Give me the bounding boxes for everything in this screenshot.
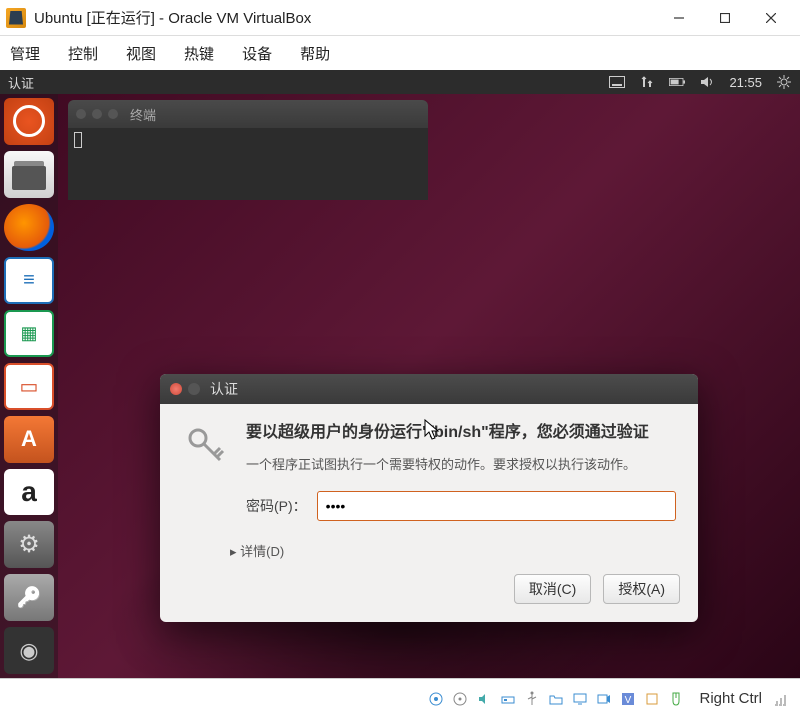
vrde-icon[interactable]: V [619, 690, 637, 708]
launcher-amazon[interactable] [4, 469, 54, 516]
optical-icon[interactable] [451, 690, 469, 708]
password-input[interactable] [317, 491, 676, 521]
dialog-min-icon[interactable] [188, 383, 200, 395]
volume-icon[interactable] [699, 75, 715, 89]
hdd-icon[interactable] [427, 690, 445, 708]
window-title: Ubuntu [正在运行] - Oracle VM VirtualBox [34, 7, 656, 28]
authorize-button[interactable]: 授权(A) [603, 574, 680, 604]
statusbar: V Right Ctrl [0, 678, 800, 718]
details-expander[interactable]: 详情(D) [160, 541, 698, 574]
clock[interactable]: 21:55 [729, 75, 762, 90]
window-titlebar: Ubuntu [正在运行] - Oracle VM VirtualBox [0, 0, 800, 36]
audio-icon[interactable] [475, 690, 493, 708]
minimize-button[interactable] [656, 3, 702, 33]
menu-help[interactable]: 帮助 [300, 43, 330, 64]
menu-view[interactable]: 视图 [126, 43, 156, 64]
menu-hotkeys[interactable]: 热键 [184, 43, 214, 64]
svg-text:V: V [625, 695, 632, 706]
signal-icon [772, 690, 790, 708]
display-icon[interactable] [571, 690, 589, 708]
launcher-settings[interactable] [4, 521, 54, 568]
launcher-impress[interactable] [4, 363, 54, 410]
menu-manage[interactable]: 管理 [10, 43, 40, 64]
launcher-auth-dialog[interactable] [4, 574, 54, 621]
network-icon[interactable] [639, 75, 655, 89]
mouse-integration-icon[interactable] [667, 690, 685, 708]
launcher-software-center[interactable] [4, 416, 54, 463]
menu-devices[interactable]: 设备 [242, 43, 272, 64]
cancel-button[interactable]: 取消(C) [514, 574, 591, 604]
dialog-close-icon[interactable] [170, 383, 182, 395]
cpu-icon[interactable] [643, 690, 661, 708]
shared-folder-icon[interactable] [547, 690, 565, 708]
terminal-window[interactable]: 终端 [68, 100, 428, 200]
close-button[interactable] [748, 3, 794, 33]
launcher [0, 94, 58, 678]
recording-icon[interactable] [595, 690, 613, 708]
password-label: 密码(P)： [246, 496, 307, 516]
topbar-app-title: 认证 [8, 73, 609, 92]
auth-dialog: 认证 要以超级用户的身份运行"/bin/sh"程序，您必须通过验证 一个程序正试… [160, 374, 698, 622]
menubar: 管理 控制 视图 热键 设备 帮助 [0, 36, 800, 70]
net-icon[interactable] [499, 690, 517, 708]
host-key-label: Right Ctrl [699, 690, 762, 707]
terminal-title: 终端 [130, 105, 156, 124]
menu-control[interactable]: 控制 [68, 43, 98, 64]
maximize-button[interactable] [702, 3, 748, 33]
terminal-close-icon[interactable] [76, 109, 86, 119]
launcher-dash[interactable] [4, 98, 54, 145]
guest-display[interactable]: 认证 21:55 终端 [0, 70, 800, 678]
launcher-firefox[interactable] [4, 204, 54, 251]
launcher-calc[interactable] [4, 310, 54, 357]
launcher-files[interactable] [4, 151, 54, 198]
gear-icon[interactable] [776, 75, 792, 89]
dialog-window-title: 认证 [210, 379, 238, 399]
battery-icon[interactable] [669, 75, 685, 89]
dialog-titlebar[interactable]: 认证 [160, 374, 698, 404]
launcher-writer[interactable] [4, 257, 54, 304]
keys-icon [182, 422, 230, 470]
terminal-cursor [74, 132, 82, 148]
virtualbox-icon [6, 8, 26, 28]
dialog-description: 一个程序正试图执行一个需要特权的动作。要求授权以执行该动作。 [246, 454, 676, 473]
terminal-max-icon[interactable] [108, 109, 118, 119]
launcher-disk[interactable] [4, 627, 54, 674]
keyboard-icon[interactable] [609, 75, 625, 89]
ubuntu-topbar: 认证 21:55 [0, 70, 800, 94]
usb-icon[interactable] [523, 690, 541, 708]
terminal-min-icon[interactable] [92, 109, 102, 119]
dialog-heading: 要以超级用户的身份运行"/bin/sh"程序，您必须通过验证 [246, 422, 676, 444]
